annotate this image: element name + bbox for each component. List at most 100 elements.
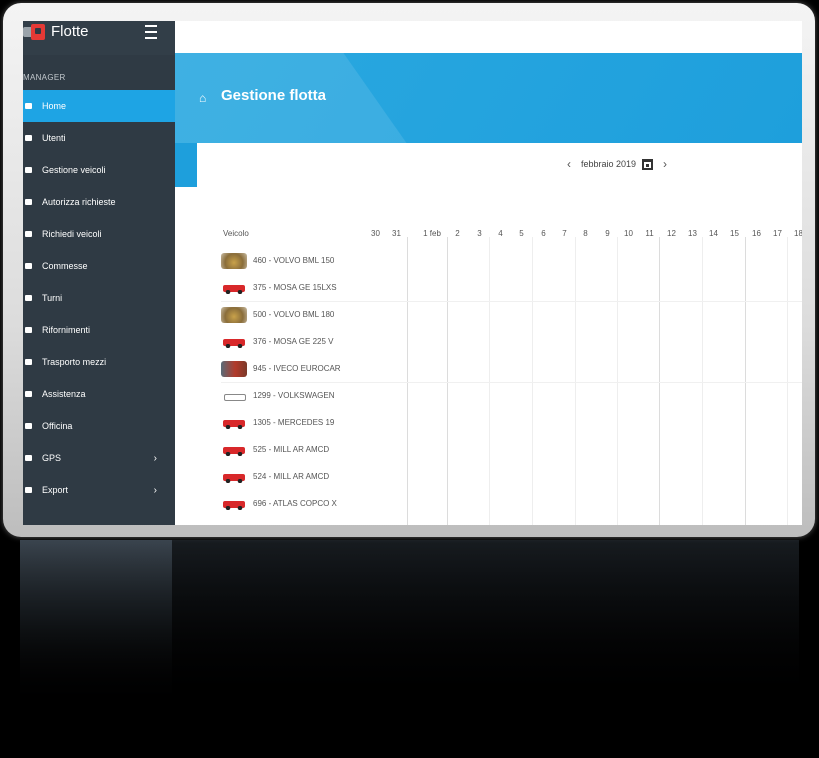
month-label: febbraio 2019 xyxy=(581,159,637,169)
day-header: 4 xyxy=(498,229,503,238)
day-header: 6 xyxy=(541,229,546,238)
day-header: 8 xyxy=(583,229,588,238)
vehicle-row[interactable]: 696 - ATLAS COPCO X xyxy=(221,490,802,517)
day-header: 12 xyxy=(667,229,676,238)
sidebar-item-gestione-veicoli[interactable]: Gestione veicoli xyxy=(23,154,175,186)
day-header: 11 xyxy=(645,229,654,238)
month-navigator: ‹ febbraio 2019 › xyxy=(557,157,677,171)
sidebar-item-commesse[interactable]: Commesse xyxy=(23,250,175,282)
chevron-right-icon: › xyxy=(153,452,157,464)
vehicle-thumbnail xyxy=(221,334,247,350)
day-header: 2 xyxy=(455,229,460,238)
sidebar-item-rifornimenti[interactable]: Rifornimenti xyxy=(23,314,175,346)
schedule-card: ‹ febbraio 2019 › Veicolo 30 31 1 feb 2 3 4 5 6… xyxy=(197,143,802,525)
app-screen: Flotte MANAGER Home Utenti Gestione veicol… xyxy=(23,21,802,525)
vehicle-name: 945 - IVECO EUROCAR xyxy=(253,364,341,373)
vehicle-thumbnail xyxy=(221,415,247,431)
card-icon xyxy=(23,198,33,207)
users-icon xyxy=(23,134,33,143)
vehicle-name: 1299 - VOLKSWAGEN xyxy=(253,391,335,400)
vehicle-thumbnail xyxy=(221,280,247,296)
app-title: Flotte xyxy=(51,23,89,40)
vehicle-row[interactable]: 460 - VOLVO BML 150 xyxy=(221,247,802,274)
transport-icon xyxy=(23,358,33,367)
app-logo-icon xyxy=(31,24,45,40)
vehicle-thumbnail xyxy=(221,469,247,485)
reflection-fade xyxy=(3,540,815,758)
sidebar-item-label: Assistenza xyxy=(42,389,86,399)
day-header: 17 xyxy=(773,229,782,238)
menu-toggle-icon[interactable] xyxy=(145,25,157,39)
sidebar-item-gps[interactable]: GPS › xyxy=(23,442,175,474)
vehicle-thumbnail xyxy=(221,442,247,458)
vehicle-name: 460 - VOLVO BML 150 xyxy=(253,256,335,265)
vehicle-row[interactable]: 376 - MOSA GE 225 V xyxy=(221,328,802,355)
vehicle-row[interactable]: 524 - MILL AR AMCD xyxy=(221,463,802,490)
sidebar-item-label: Turni xyxy=(42,293,63,303)
vehicle-name: 524 - MILL AR AMCD xyxy=(253,472,330,481)
vehicle-name: 375 - MOSA GE 15LXS xyxy=(253,283,337,292)
day-header: 16 xyxy=(752,229,761,238)
vehicle-row[interactable]: 500 - VOLVO BML 180 xyxy=(221,301,802,328)
sidebar-item-export[interactable]: Export › xyxy=(23,474,175,506)
sidebar-item-label: Autorizza richieste xyxy=(42,197,116,207)
wrench-icon xyxy=(23,262,33,271)
sidebar-header: Flotte xyxy=(23,21,175,55)
vehicle-row[interactable]: 945 - IVECO EUROCAR xyxy=(221,355,802,382)
banner-edge xyxy=(175,143,197,187)
prev-month-button[interactable]: ‹ xyxy=(557,157,581,171)
top-bar xyxy=(175,21,802,53)
home-icon: ⌂ xyxy=(199,91,207,105)
vehicle-column-header: Veicolo xyxy=(223,229,249,238)
page-title: Gestione flotta xyxy=(221,87,327,104)
screen-reflection xyxy=(3,540,815,758)
sidebar-item-assistenza[interactable]: Assistenza xyxy=(23,378,175,410)
sidebar-item-home[interactable]: Home xyxy=(23,90,175,122)
day-header: 1 feb xyxy=(423,229,441,238)
sidebar-item-trasporto-mezzi[interactable]: Trasporto mezzi xyxy=(23,346,175,378)
sidebar-menu: Home Utenti Gestione veicoli Autorizza rich… xyxy=(23,90,175,506)
clock-icon xyxy=(23,294,33,303)
day-header: 5 xyxy=(519,229,524,238)
day-header: 3 xyxy=(477,229,482,238)
export-icon xyxy=(23,486,33,495)
device-frame: Flotte MANAGER Home Utenti Gestione veicol… xyxy=(3,3,815,537)
day-header: 15 xyxy=(730,229,739,238)
sidebar-item-label: Richiedi veicoli xyxy=(42,229,102,239)
vehicle-thumbnail xyxy=(221,360,247,377)
vehicle-row[interactable]: 1305 - MERCEDES 19 xyxy=(221,409,802,436)
chevron-right-icon: › xyxy=(153,484,157,496)
truck-icon xyxy=(23,166,33,175)
vehicle-row[interactable]: 375 - MOSA GE 15LXS xyxy=(221,274,802,301)
sidebar-item-richiedi-veicoli[interactable]: Richiedi veicoli xyxy=(23,218,175,250)
vehicle-thumbnail xyxy=(221,388,247,404)
next-month-button[interactable]: › xyxy=(653,157,677,171)
vehicle-thumbnail xyxy=(221,252,247,269)
day-header: 31 xyxy=(392,229,401,238)
vehicle-row[interactable]: 1299 - VOLKSWAGEN xyxy=(221,382,802,409)
calendar-icon[interactable] xyxy=(642,158,654,170)
schedule-header: Veicolo 30 31 1 feb 2 3 4 5 6 7 8 9 10 11 12 13 14 15 16 1… xyxy=(197,219,802,247)
vehicle-name: 376 - MOSA GE 225 V xyxy=(253,337,334,346)
sidebar-item-utenti[interactable]: Utenti xyxy=(23,122,175,154)
sidebar-item-label: Rifornimenti xyxy=(42,325,91,335)
day-header: 13 xyxy=(688,229,697,238)
sidebar-item-label: Trasporto mezzi xyxy=(42,357,107,367)
vehicle-row[interactable]: 525 - MILL AR AMCD xyxy=(221,436,802,463)
day-header: 30 xyxy=(371,229,380,238)
vehicle-thumbnail xyxy=(221,496,247,512)
car-icon xyxy=(23,230,33,239)
sidebar-item-turni[interactable]: Turni xyxy=(23,282,175,314)
fuel-icon xyxy=(23,326,33,335)
sidebar-item-autorizza-richieste[interactable]: Autorizza richieste xyxy=(23,186,175,218)
sidebar-item-label: Commesse xyxy=(42,261,88,271)
phone-icon xyxy=(23,390,33,399)
sidebar-item-label: Gestione veicoli xyxy=(42,165,106,175)
sidebar-item-officina[interactable]: Officina xyxy=(23,410,175,442)
day-header: 18 xyxy=(794,229,802,238)
workshop-icon xyxy=(23,422,33,431)
sidebar-section-label: MANAGER xyxy=(23,73,66,82)
sidebar-item-label: GPS xyxy=(42,453,62,463)
sidebar-item-label: Utenti xyxy=(42,133,66,143)
vehicle-name: 696 - ATLAS COPCO X xyxy=(253,499,337,508)
